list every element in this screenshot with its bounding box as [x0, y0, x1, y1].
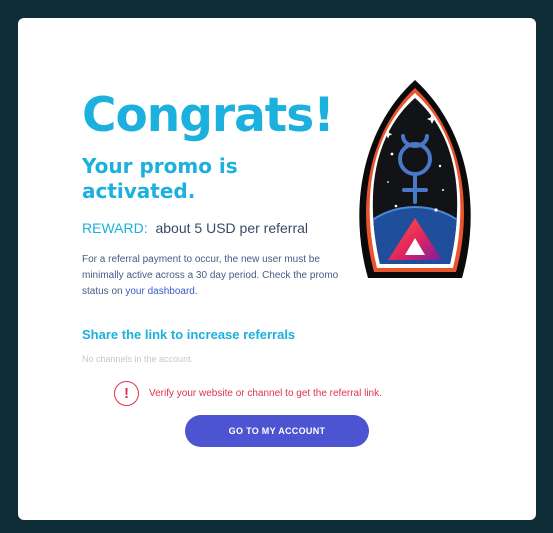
description-text: For a referral payment to occur, the new… [82, 254, 339, 297]
share-link-title: Share the link to increase referrals [82, 327, 296, 342]
rocket-venus-badge-icon [359, 80, 471, 278]
dashboard-link[interactable]: your dashboard [125, 286, 195, 297]
no-channels-text: No channels in the account. [82, 354, 194, 364]
referral-description: For a referral payment to occur, the new… [82, 252, 344, 300]
go-to-account-button[interactable]: GO TO MY ACCOUNT [185, 415, 369, 447]
verify-alert-text: Verify your website or channel to get th… [149, 388, 382, 399]
promo-activated-subhead: Your promo is activated. [82, 154, 238, 203]
reward-line: REWARD: about 5 USD per referral [82, 219, 308, 237]
verify-alert: ! Verify your website or channel to get … [114, 381, 382, 406]
description-end: . [194, 286, 198, 297]
congrats-headline: Congrats! [82, 88, 335, 143]
exclamation-alert-icon: ! [114, 381, 139, 406]
promo-card: Congrats! Your promo is activated. REWAR… [18, 18, 536, 520]
reward-value: about 5 USD per referral [155, 220, 309, 236]
reward-label: REWARD: [82, 220, 148, 236]
